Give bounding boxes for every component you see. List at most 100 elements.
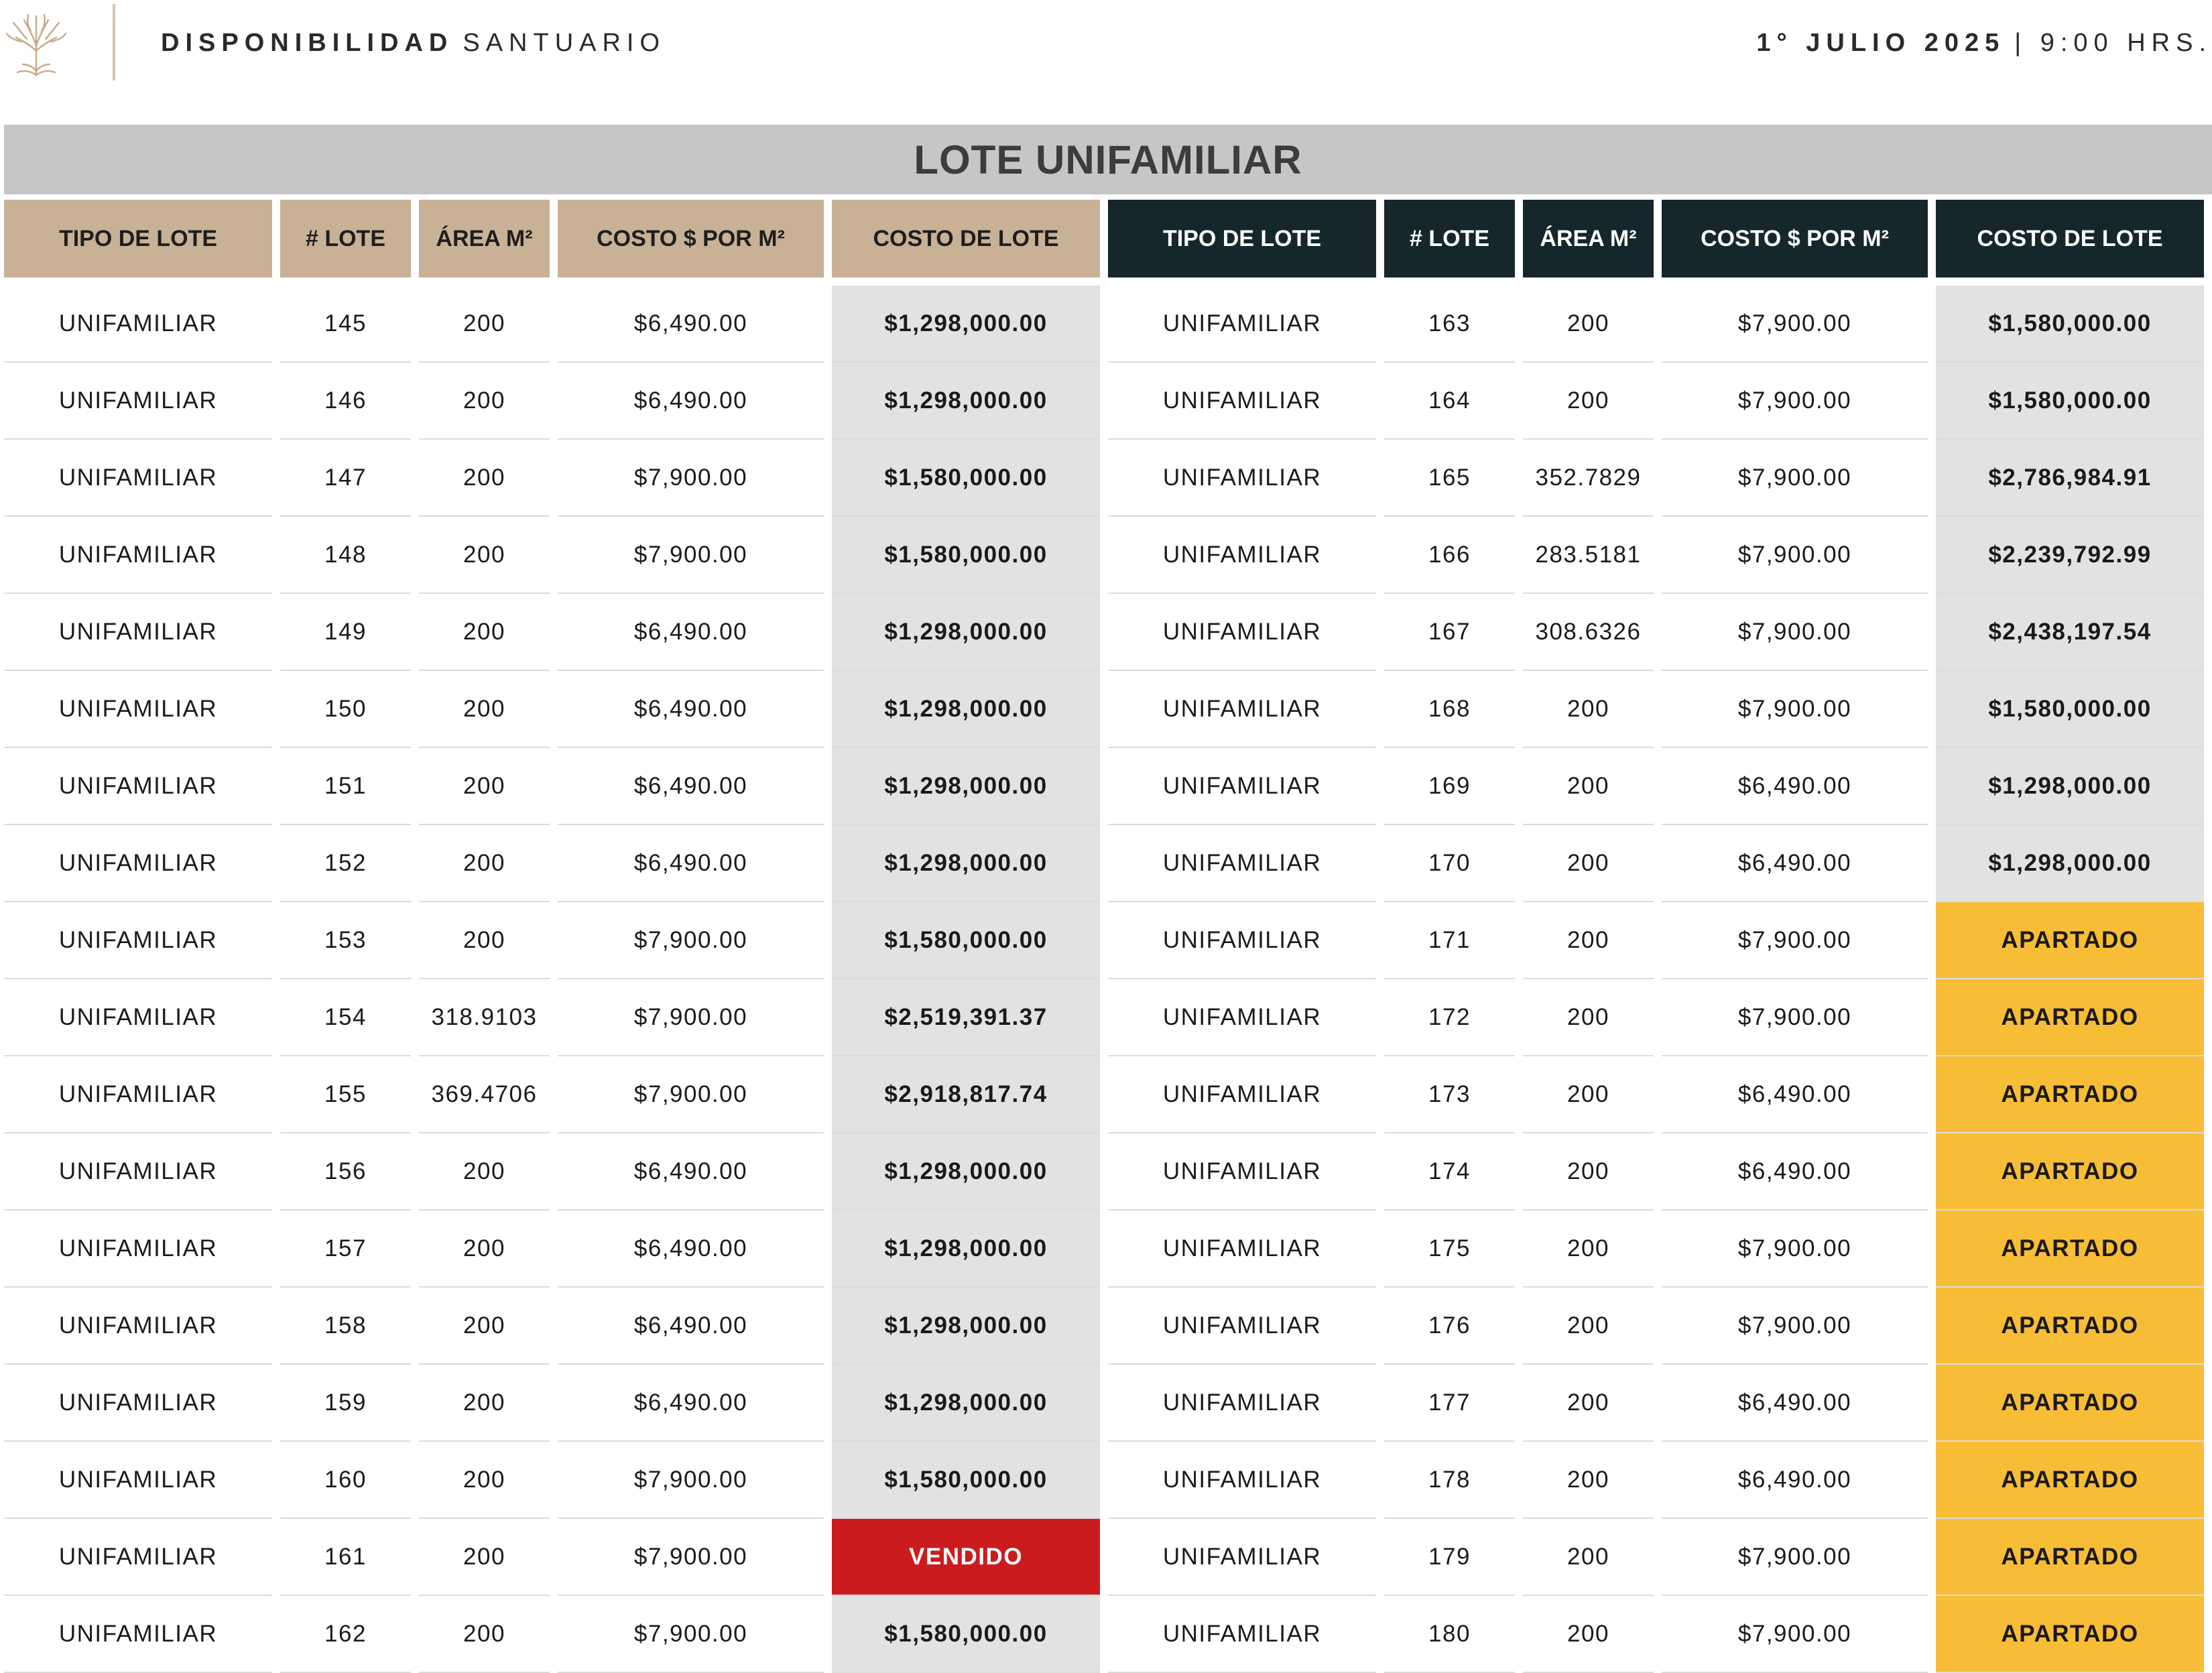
status-badge-vendido: VENDIDO <box>832 1519 1100 1596</box>
cell-lot-cost-left: $1,298,000.00 <box>832 1133 1100 1211</box>
cell-price-per-m2-right: $6,490.00 <box>1662 748 1928 825</box>
cell-price-per-m2-right: $6,490.00 <box>1662 1365 1928 1442</box>
cell-price-per-m2-right: $7,900.00 <box>1662 594 1928 671</box>
table-row: UNIFAMILIAR 150 200 $6,490.00 $1,298,000.00 U… <box>4 671 2204 748</box>
cell-lot-cost-left: $1,580,000.00 <box>832 517 1100 594</box>
cell-lot-cost-right: $1,580,000.00 <box>1936 671 2204 748</box>
cell-lot-cost-left: $1,580,000.00 <box>832 440 1100 517</box>
header-price-m2-left: COSTO $ POR M² <box>558 200 824 286</box>
cell-area-left: 200 <box>419 1596 550 1673</box>
cell-type-left: UNIFAMILIAR <box>4 517 272 594</box>
cell-lot-number-right: 171 <box>1384 902 1515 979</box>
header-area-left: ÁREA M² <box>419 200 550 286</box>
cell-lot-number-right: 163 <box>1384 286 1515 363</box>
cell-lot-cost-left: $1,298,000.00 <box>832 671 1100 748</box>
cell-lot-cost-left: $1,298,000.00 <box>832 748 1100 825</box>
table-row: UNIFAMILIAR 145 200 $6,490.00 $1,298,000.00 U… <box>4 286 2204 363</box>
cell-area-right: 283.5181 <box>1523 517 1654 594</box>
cell-type-right: UNIFAMILIAR <box>1108 1211 1376 1288</box>
date-stamp: 1° JULIO 2025 | 9:00 HRS. <box>1756 24 2212 62</box>
cell-lot-cost-left: $1,298,000.00 <box>832 363 1100 440</box>
cell-lot-number-right: 173 <box>1384 1056 1515 1133</box>
availability-table-wrap: TIPO DE LOTE # LOTE ÁREA M² COSTO $ POR M² C… <box>0 200 2212 1673</box>
cell-type-left: UNIFAMILIAR <box>4 1211 272 1288</box>
cell-type-left: UNIFAMILIAR <box>4 1519 272 1596</box>
cell-price-per-m2-right: $6,490.00 <box>1662 1442 1928 1519</box>
cell-price-per-m2-left: $7,900.00 <box>558 517 824 594</box>
cell-type-left: UNIFAMILIAR <box>4 1365 272 1442</box>
cell-area-right: 200 <box>1523 1519 1654 1596</box>
header-lot-cost-right: COSTO DE LOTE <box>1936 200 2204 286</box>
cell-type-right: UNIFAMILIAR <box>1108 1519 1376 1596</box>
table-row: UNIFAMILIAR 155 369.4706 $7,900.00 $2,918,81… <box>4 1056 2204 1133</box>
cell-lot-number-left: 152 <box>280 825 411 902</box>
status-badge-apartado: APARTADO <box>1936 1288 2204 1365</box>
cell-price-per-m2-right: $7,900.00 <box>1662 286 1928 363</box>
cell-lot-cost-left: $1,580,000.00 <box>832 1442 1100 1519</box>
table-row: UNIFAMILIAR 152 200 $6,490.00 $1,298,000.00 U… <box>4 825 2204 902</box>
table-header-row: TIPO DE LOTE # LOTE ÁREA M² COSTO $ POR M² C… <box>4 200 2204 286</box>
cell-type-right: UNIFAMILIAR <box>1108 1365 1376 1442</box>
cell-lot-number-left: 155 <box>280 1056 411 1133</box>
cell-lot-number-left: 156 <box>280 1133 411 1211</box>
table-row: UNIFAMILIAR 148 200 $7,900.00 $1,580,000.00 U… <box>4 517 2204 594</box>
table-row: UNIFAMILIAR 159 200 $6,490.00 $1,298,000.00 U… <box>4 1365 2204 1442</box>
cell-area-left: 200 <box>419 902 550 979</box>
table-row: UNIFAMILIAR 157 200 $6,490.00 $1,298,000.00 U… <box>4 1211 2204 1288</box>
cell-area-right: 200 <box>1523 1442 1654 1519</box>
cell-lot-number-left: 161 <box>280 1519 411 1596</box>
page-header: DISPONIBILIDAD SANTUARIO 1° JULIO 2025 | 9… <box>0 0 2212 83</box>
cell-type-left: UNIFAMILIAR <box>4 748 272 825</box>
cell-lot-number-right: 172 <box>1384 979 1515 1056</box>
cell-price-per-m2-right: $7,900.00 <box>1662 1596 1928 1673</box>
cell-area-right: 200 <box>1523 363 1654 440</box>
header-area-right: ÁREA M² <box>1523 200 1654 286</box>
cell-area-right: 200 <box>1523 1596 1654 1673</box>
cell-type-right: UNIFAMILIAR <box>1108 1133 1376 1211</box>
cell-lot-number-left: 157 <box>280 1211 411 1288</box>
table-body: UNIFAMILIAR 145 200 $6,490.00 $1,298,000.00 U… <box>4 286 2204 1673</box>
cell-lot-number-right: 170 <box>1384 825 1515 902</box>
table-row: UNIFAMILIAR 146 200 $6,490.00 $1,298,000.00 U… <box>4 363 2204 440</box>
cell-price-per-m2-right: $7,900.00 <box>1662 440 1928 517</box>
cell-price-per-m2-left: $6,490.00 <box>558 1365 824 1442</box>
table-row: UNIFAMILIAR 147 200 $7,900.00 $1,580,000.00 U… <box>4 440 2204 517</box>
cell-price-per-m2-left: $6,490.00 <box>558 1211 824 1288</box>
table-row: UNIFAMILIAR 156 200 $6,490.00 $1,298,000.00 U… <box>4 1133 2204 1211</box>
status-badge-apartado: APARTADO <box>1936 1211 2204 1288</box>
availability-table: TIPO DE LOTE # LOTE ÁREA M² COSTO $ POR M² C… <box>0 200 2212 1673</box>
table-row: UNIFAMILIAR 153 200 $7,900.00 $1,580,000.00 U… <box>4 902 2204 979</box>
cell-lot-number-left: 146 <box>280 363 411 440</box>
cell-price-per-m2-left: $6,490.00 <box>558 671 824 748</box>
cell-type-right: UNIFAMILIAR <box>1108 517 1376 594</box>
title-bold: DISPONIBILIDAD <box>161 29 454 57</box>
cell-type-left: UNIFAMILIAR <box>4 825 272 902</box>
cell-price-per-m2-right: $6,490.00 <box>1662 825 1928 902</box>
cell-area-left: 200 <box>419 825 550 902</box>
cell-type-left: UNIFAMILIAR <box>4 1133 272 1211</box>
title-regular: SANTUARIO <box>463 29 666 57</box>
cell-type-left: UNIFAMILIAR <box>4 363 272 440</box>
cell-lot-cost-left: $1,298,000.00 <box>832 286 1100 363</box>
cell-price-per-m2-right: $7,900.00 <box>1662 671 1928 748</box>
cell-area-left: 318.9103 <box>419 979 550 1056</box>
cell-type-right: UNIFAMILIAR <box>1108 748 1376 825</box>
cell-price-per-m2-left: $7,900.00 <box>558 902 824 979</box>
cell-type-left: UNIFAMILIAR <box>4 1596 272 1673</box>
cell-lot-number-right: 178 <box>1384 1442 1515 1519</box>
cell-price-per-m2-left: $6,490.00 <box>558 286 824 363</box>
table-row: UNIFAMILIAR 162 200 $7,900.00 $1,580,000.00 U… <box>4 1596 2204 1673</box>
cell-price-per-m2-left: $7,900.00 <box>558 979 824 1056</box>
cell-area-left: 200 <box>419 517 550 594</box>
cell-price-per-m2-left: $6,490.00 <box>558 748 824 825</box>
cell-lot-cost-left: $1,298,000.00 <box>832 594 1100 671</box>
cell-area-left: 369.4706 <box>419 1056 550 1133</box>
cell-type-right: UNIFAMILIAR <box>1108 902 1376 979</box>
cell-type-right: UNIFAMILIAR <box>1108 286 1376 363</box>
cell-area-right: 200 <box>1523 979 1654 1056</box>
cell-price-per-m2-left: $7,900.00 <box>558 1442 824 1519</box>
cell-lot-cost-left: $1,298,000.00 <box>832 1211 1100 1288</box>
cell-type-right: UNIFAMILIAR <box>1108 979 1376 1056</box>
cell-area-right: 200 <box>1523 748 1654 825</box>
cell-lot-number-left: 148 <box>280 517 411 594</box>
